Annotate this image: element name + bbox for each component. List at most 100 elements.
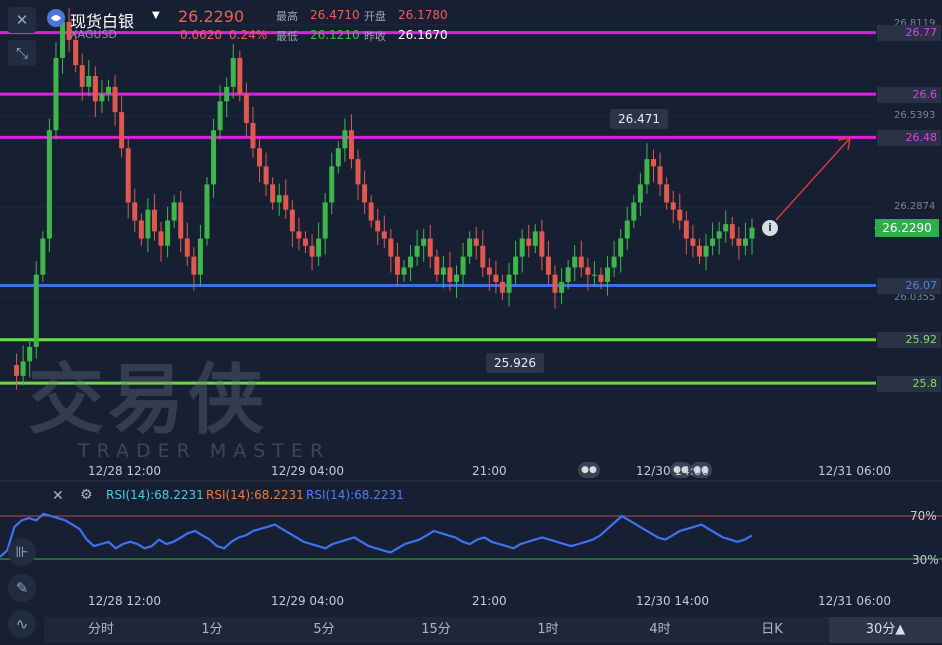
level-label: 26.6: [877, 87, 941, 103]
tab-15m[interactable]: 15分: [406, 617, 466, 643]
low-value: 26.1210: [310, 28, 360, 42]
x-axis-label: 21:00: [472, 594, 507, 608]
level-label: 26.77: [877, 25, 941, 41]
candle-body: [454, 274, 460, 282]
candle-body: [138, 220, 144, 239]
candle-body: [677, 209, 683, 221]
tab-1h[interactable]: 1时: [518, 617, 578, 643]
high-value: 26.4710: [310, 8, 360, 22]
candle-body: [250, 122, 256, 149]
candle-body: [434, 256, 440, 275]
candle-body: [467, 238, 473, 257]
candle-body: [309, 245, 315, 257]
open-value: 26.1780: [398, 8, 448, 22]
last-price: 26.2290: [178, 7, 245, 26]
candle-body: [618, 238, 624, 257]
tab-1m[interactable]: 1分: [182, 617, 242, 643]
candle-body: [703, 245, 709, 257]
candle-body: [729, 224, 735, 239]
chart-type-icon[interactable]: ∿: [8, 610, 36, 638]
tab-30m[interactable]: 30分▲: [829, 617, 942, 643]
candle-body: [335, 148, 341, 167]
candle-body: [591, 274, 597, 276]
rsi-line: [0, 512, 753, 558]
candle-body: [217, 101, 223, 131]
candle-body: [473, 238, 479, 246]
candle-body: [696, 245, 702, 257]
tab-fenshi[interactable]: 分时: [71, 617, 131, 643]
candle-body: [381, 231, 387, 239]
candle-body: [224, 86, 230, 102]
candle-body: [184, 238, 190, 257]
candle-body: [480, 245, 486, 268]
current-price-tag: 26.2290: [875, 219, 939, 237]
info-icon[interactable]: i: [762, 220, 778, 236]
candle-body: [572, 256, 578, 268]
level-label: 26.07: [877, 278, 941, 294]
candle-body: [683, 220, 689, 239]
collapse-icon[interactable]: ⤡: [8, 40, 36, 66]
rsi-label-2: RSI(14):68.2231: [206, 488, 304, 502]
candle-body: [119, 112, 125, 149]
candle-body: [296, 231, 302, 239]
candle-body: [559, 281, 565, 293]
candle-body: [33, 274, 39, 347]
projection-arrow: [775, 137, 851, 221]
prev-close-value: 26.1670: [398, 28, 448, 42]
indicator-icon[interactable]: ⊪: [8, 538, 36, 566]
close-icon[interactable]: ✕: [8, 7, 36, 33]
candle-body: [171, 202, 177, 221]
candle-body: [519, 238, 525, 257]
candle-body: [447, 267, 453, 282]
candle-body: [664, 184, 670, 203]
candle-body: [53, 57, 59, 131]
candle-body: [197, 238, 203, 275]
candle-body: [289, 209, 295, 232]
candle-body: [158, 231, 164, 246]
candle-body: [105, 86, 111, 95]
candle-body: [329, 166, 335, 203]
x-axis-label: 21:00: [472, 464, 507, 478]
candlestick-chart[interactable]: [0, 0, 942, 645]
watermark-en: TRADER MASTER: [78, 440, 331, 462]
candle-body: [79, 65, 85, 87]
candle-body: [132, 202, 138, 221]
tab-4h[interactable]: 4时: [630, 617, 690, 643]
candle-body: [86, 76, 92, 87]
tab-daily[interactable]: 日K: [742, 617, 802, 643]
candle-body: [736, 238, 742, 246]
candle-body: [283, 195, 289, 210]
candle-body: [486, 267, 492, 275]
candle-body: [151, 209, 157, 232]
candle-body: [46, 130, 52, 239]
event-marker-icon[interactable]: ●●: [578, 462, 600, 478]
price-change: 0.0620: [180, 28, 222, 42]
candle-body: [401, 267, 407, 275]
candle-body: [716, 231, 722, 239]
x-axis-label: 12/29 04:00: [271, 594, 344, 608]
candle-body: [178, 202, 184, 239]
tab-5m[interactable]: 5分: [294, 617, 354, 643]
candle-body: [585, 267, 591, 275]
candle-body: [112, 86, 118, 113]
candle-body: [742, 238, 748, 246]
candle-body: [506, 274, 512, 293]
x-axis-label: 12/31 06:00: [818, 464, 891, 478]
candle-body: [375, 220, 381, 232]
candle-body: [388, 238, 394, 257]
x-axis-label: 12/29 04:00: [271, 464, 344, 478]
close-rsi-icon[interactable]: ✕: [52, 488, 64, 504]
candle-body: [368, 202, 374, 221]
settings-icon[interactable]: ⚙: [80, 487, 93, 503]
dropdown-icon[interactable]: ▼: [152, 10, 160, 21]
candle-body: [20, 361, 26, 376]
candle-body: [408, 256, 414, 268]
candle-body: [749, 227, 755, 239]
candle-body: [421, 238, 427, 246]
candle-body: [73, 39, 79, 66]
price-change-pct: 0.24%: [229, 28, 268, 42]
candle-body: [257, 148, 263, 167]
candle-body: [670, 202, 676, 210]
candle-body: [165, 220, 171, 246]
pencil-icon[interactable]: ✎: [8, 574, 36, 602]
